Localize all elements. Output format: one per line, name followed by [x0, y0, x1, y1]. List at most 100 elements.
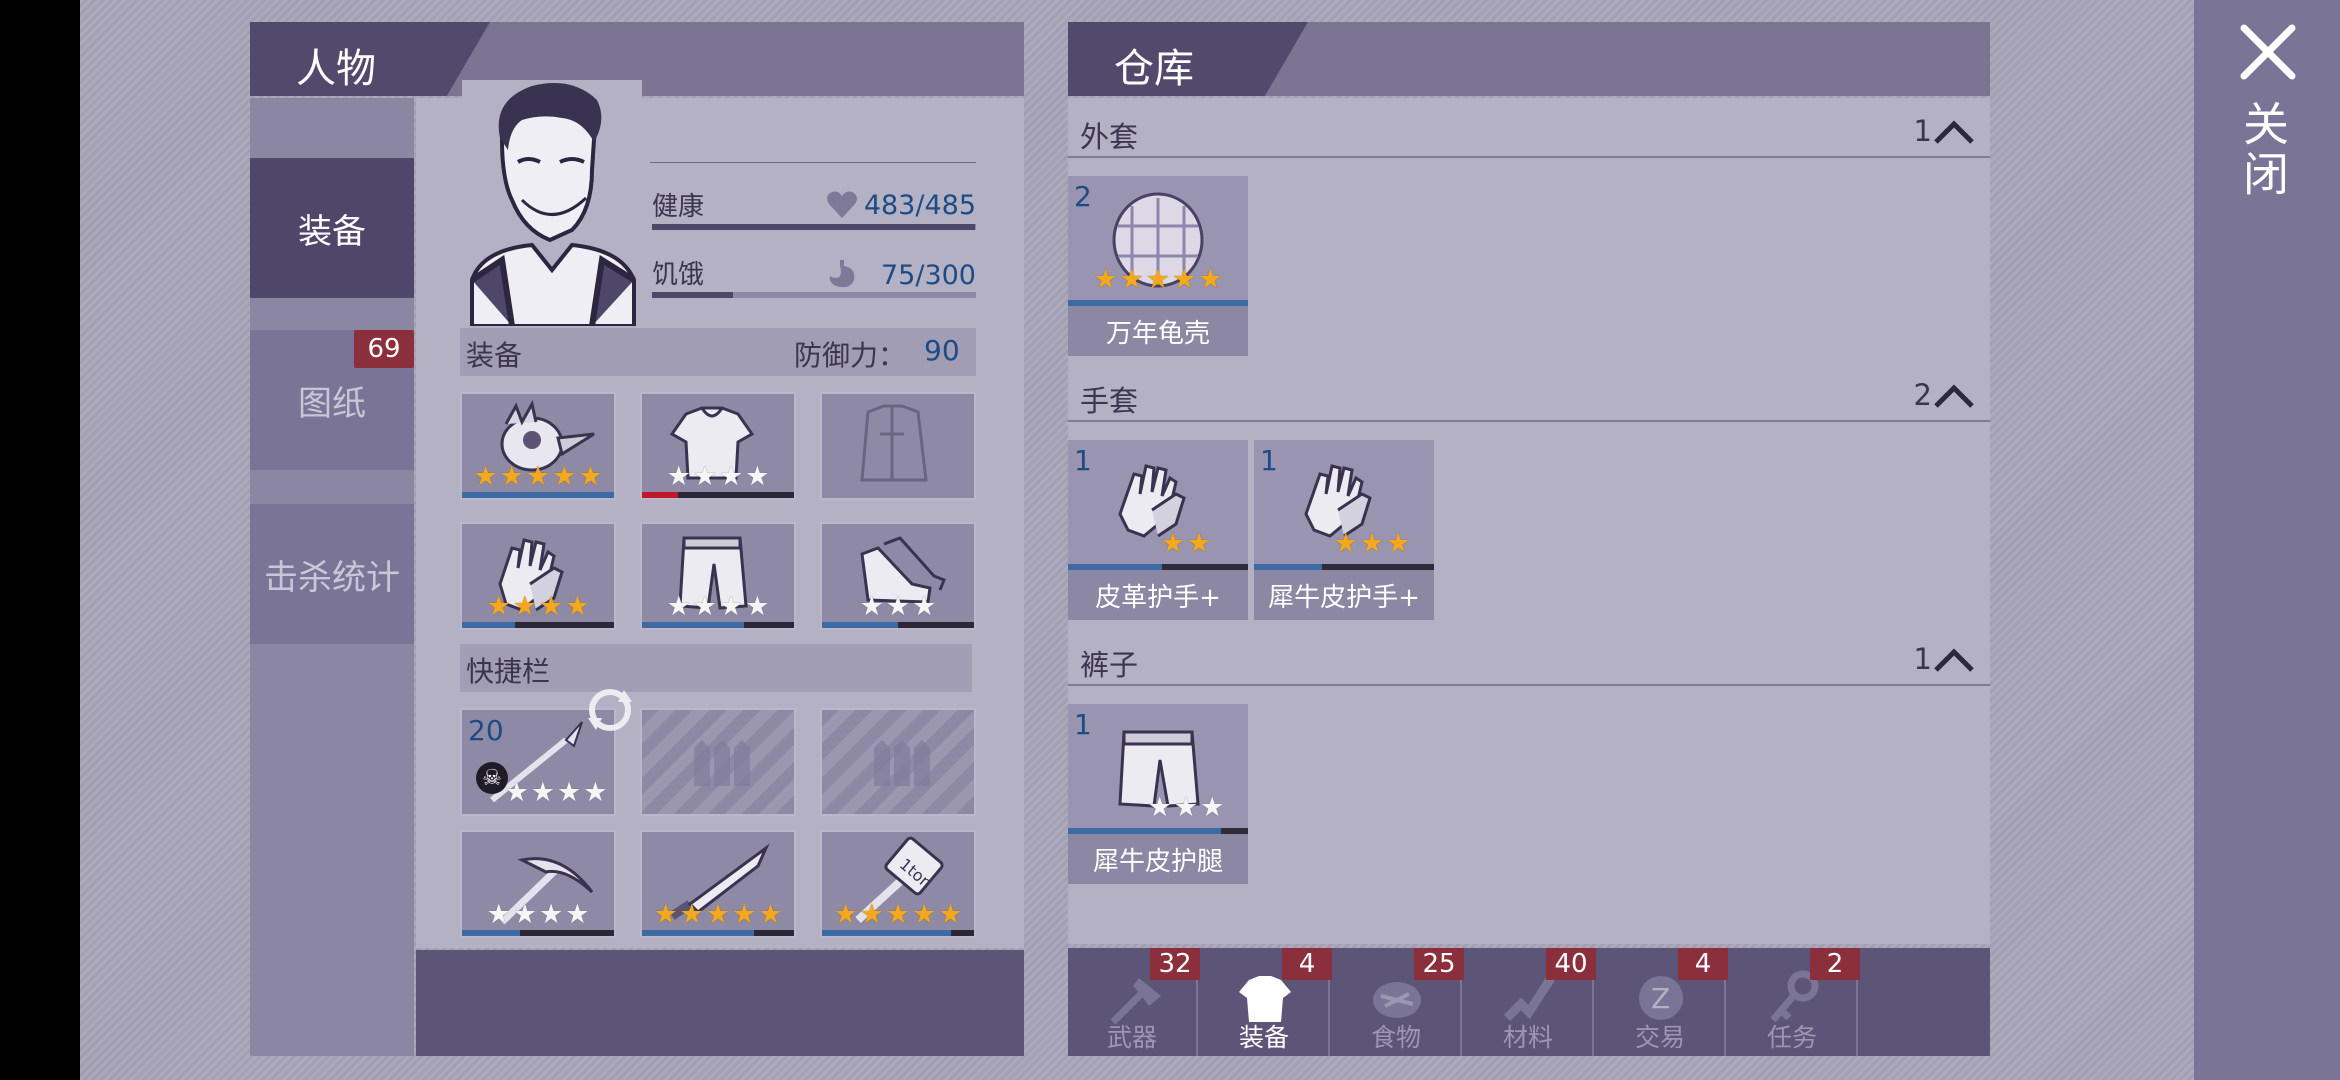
equipment-slot[interactable]: ★ ★ ★ ★ ★	[460, 392, 616, 500]
star-icon: ★	[692, 461, 717, 492]
tab-blueprints-label: 图纸	[298, 383, 366, 424]
chevron-up-icon[interactable]	[1932, 118, 1976, 153]
chevron-up-icon[interactable]	[1932, 382, 1976, 417]
category-name: 手套	[1080, 384, 1139, 418]
star-icon: ★	[885, 899, 911, 930]
durability-bar	[462, 930, 614, 936]
warehouse-item[interactable]: 2 ★ ★ ★ ★ ★ 万年龟壳	[1068, 176, 1248, 356]
star-icon: ★	[719, 461, 744, 492]
tab-equipment[interactable]: 装备	[250, 158, 414, 298]
close-label[interactable]: 关闭	[2236, 100, 2296, 200]
star-icon: ★	[885, 591, 911, 622]
tab-label: 任务	[1766, 1023, 1817, 1052]
character-portrait	[462, 80, 642, 326]
star-rating: ★ ★ ★ ★ ★	[1068, 266, 1248, 293]
tab-badge: 40	[1546, 948, 1596, 980]
quickbar-slot[interactable]: 1ton ★ ★ ★ ★ ★	[820, 830, 976, 938]
chevron-up-icon[interactable]	[1932, 646, 1976, 681]
warehouse-item[interactable]: 1 ★ ★ ★ 犀牛皮护腿	[1068, 704, 1248, 884]
star-icon: ★	[912, 591, 937, 622]
warehouse-title: 仓库	[1114, 46, 1194, 92]
star-rating: ★ ★ ★ ★	[480, 777, 614, 808]
star-icon: ★	[525, 461, 551, 492]
category-header[interactable]: 外套 1	[1068, 104, 1990, 158]
category-header[interactable]: 裤子 1	[1068, 632, 1990, 686]
star-icon: ★	[1200, 792, 1225, 823]
durability-bar	[822, 930, 974, 936]
quickbar-header: 快捷栏	[460, 644, 972, 692]
star-icon: ★	[705, 899, 731, 930]
durability-bar	[462, 622, 614, 628]
warehouse-item[interactable]: 1 ★ ★ ★ 犀牛皮护手+	[1254, 440, 1434, 620]
star-icon: ★	[1333, 528, 1358, 559]
character-title: 人物	[296, 46, 376, 92]
star-rating: ★ ★ ★	[1096, 794, 1248, 821]
equipment-slot[interactable]: ★ ★ ★ ★	[640, 392, 796, 500]
item-quantity: 1	[1260, 444, 1278, 477]
close-icon[interactable]	[2236, 20, 2300, 84]
tab-badge: 4	[1678, 948, 1728, 980]
star-icon: ★	[1119, 264, 1144, 295]
item-quantity: 1	[1074, 444, 1092, 477]
star-icon: ★	[565, 899, 590, 930]
item-quantity: 2	[1074, 180, 1092, 213]
durability-bar	[642, 622, 794, 628]
durability-fill	[822, 622, 898, 628]
category-header[interactable]: 手套 2	[1068, 368, 1990, 422]
quickbar-slot[interactable]: ★ ★ ★ ★ ★	[640, 830, 796, 938]
equipment-slot[interactable]: ★ ★ ★	[820, 522, 976, 630]
star-rating: ★ ★ ★	[1282, 530, 1434, 557]
star-icon: ★	[539, 899, 564, 930]
quickbar-empty-slot[interactable]	[640, 708, 796, 816]
stomach-icon	[829, 260, 855, 288]
svg-text:Z: Z	[1651, 982, 1670, 1015]
category-name: 裤子	[1080, 648, 1139, 682]
swap-icon[interactable]	[580, 684, 640, 736]
star-rating: ★ ★ ★ ★	[642, 463, 794, 490]
quickbar-empty-slot[interactable]	[820, 708, 976, 816]
star-icon: ★	[557, 777, 582, 808]
star-icon: ★	[565, 591, 590, 622]
item-quantity: 1	[1074, 708, 1092, 741]
item-name: 万年龟壳	[1068, 306, 1248, 356]
defense-label: 防御力：	[794, 339, 907, 372]
star-icon: ★	[1173, 792, 1199, 823]
star-icon: ★	[679, 899, 704, 930]
hunger-value: 75/300	[881, 260, 976, 291]
tab-label: 食物	[1370, 1023, 1421, 1052]
durability-fill	[462, 622, 516, 628]
category-divider	[1068, 420, 1990, 422]
category-name: 外套	[1080, 120, 1139, 154]
tab-kill-stats-label: 击杀统计	[264, 557, 400, 598]
tab-label: 材料	[1502, 1023, 1553, 1052]
health-value: 483/485	[863, 190, 976, 221]
star-icon: ★	[504, 777, 529, 808]
stats-divider	[650, 162, 976, 163]
durability-fill	[642, 930, 755, 936]
equipment-slot[interactable]: ★ ★ ★ ★	[460, 522, 616, 630]
warehouse-item[interactable]: 1 ★ ★ 皮革护手+	[1068, 440, 1248, 620]
hunger-bar	[652, 292, 976, 298]
star-rating: ★ ★ ★ ★	[642, 593, 794, 620]
tab-badge: 4	[1282, 948, 1332, 980]
star-icon: ★	[833, 899, 858, 930]
tab-badge: 2	[1810, 948, 1860, 980]
star-icon: ★	[859, 899, 884, 930]
tab-kill-stats[interactable]: 击杀统计	[250, 504, 414, 644]
star-icon: ★	[486, 591, 511, 622]
tab-badge: 25	[1414, 948, 1464, 980]
star-icon: ★	[912, 899, 937, 930]
star-rating: ★ ★ ★ ★ ★	[822, 901, 974, 928]
star-icon: ★	[530, 777, 555, 808]
durability-bar	[822, 622, 974, 628]
blueprints-badge: 69	[354, 330, 414, 368]
durability-fill	[462, 930, 520, 936]
equipment-slot[interactable]	[820, 392, 976, 500]
equipment-slot[interactable]: ★ ★ ★ ★	[640, 522, 796, 630]
star-icon: ★	[1093, 264, 1118, 295]
hunger-bar-fill	[652, 292, 733, 298]
quickbar-slot[interactable]: ★ ★ ★ ★	[460, 830, 616, 938]
character-footer	[416, 950, 1024, 1056]
star-rating: ★ ★ ★ ★	[462, 901, 614, 928]
star-icon: ★	[583, 777, 608, 808]
